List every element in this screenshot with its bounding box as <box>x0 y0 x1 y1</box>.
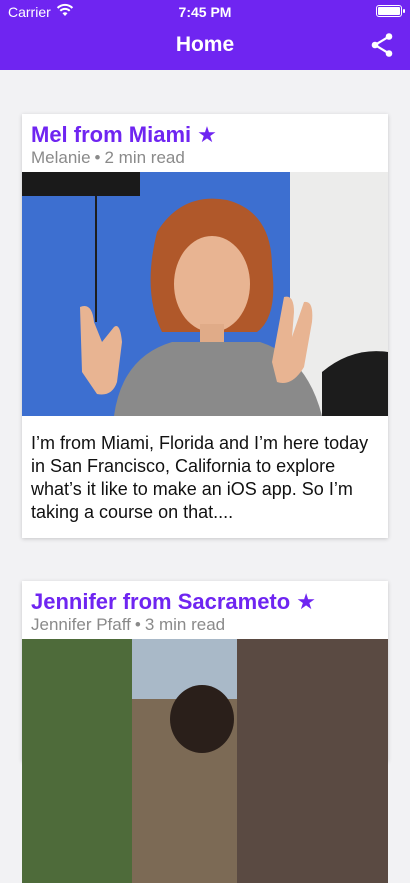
post-meta: Melanie • 2 min read <box>31 148 185 168</box>
post-card[interactable]: Mel from Miami ★ Melanie • 2 min read I’m f… <box>22 114 388 538</box>
post-read-time: 3 min read <box>144 615 226 634</box>
post-read-time: 2 min read <box>104 148 185 167</box>
post-author: Melanie <box>31 148 91 167</box>
post-photo[interactable] <box>22 639 388 883</box>
status-time: 7:45 PM <box>178 4 232 20</box>
meta-separator: • <box>134 615 141 634</box>
star-icon: ★ <box>296 589 316 614</box>
meta-separator: • <box>94 148 101 167</box>
page-title: Home <box>175 33 235 56</box>
post-meta: Jennifer Pfaff • 3 min read <box>31 615 225 635</box>
share-icon[interactable] <box>370 32 394 58</box>
star-icon: ★ <box>197 122 217 147</box>
battery-icon <box>376 5 405 17</box>
status-bar: Carrier 7:45 PM <box>0 0 410 24</box>
post-title[interactable]: Mel from Miami ★ <box>31 122 217 148</box>
post-title[interactable]: Jennifer from Sacrameto ★ <box>31 589 316 615</box>
post-photo[interactable] <box>22 172 388 416</box>
post-author: Jennifer Pfaff <box>31 615 131 634</box>
post-excerpt: I’m from Miami, Florida and I’m here tod… <box>31 433 369 522</box>
post-card[interactable]: Jennifer from Sacrameto ★ Jennifer Pfaff •… <box>22 581 388 883</box>
navigation-bar: Carrier 7:45 PM Home <box>0 0 410 70</box>
